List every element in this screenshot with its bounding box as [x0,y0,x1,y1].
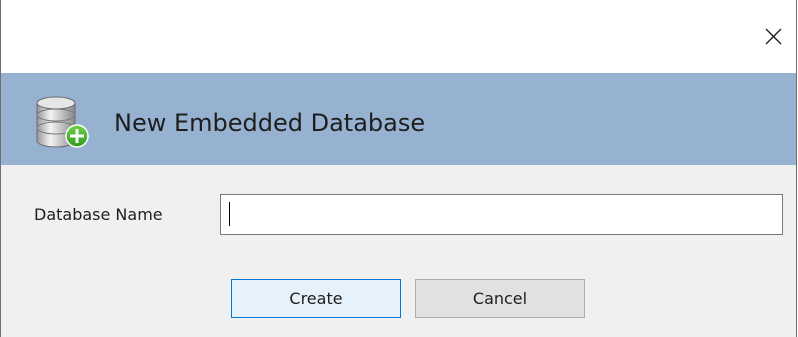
database-add-icon [31,93,95,151]
dialog-title: New Embedded Database [114,109,426,137]
create-button-label: Create [289,289,343,308]
title-bar [1,0,796,73]
dialog-banner: New Embedded Database [1,73,796,165]
dialog-content: Database Name Create Cancel [1,165,796,337]
cancel-button[interactable]: Cancel [415,279,585,318]
close-icon [765,28,782,45]
text-caret [229,202,230,226]
new-embedded-database-dialog: New Embedded Database Database Name Crea… [0,0,797,337]
cancel-button-label: Cancel [472,289,528,308]
database-name-input[interactable] [220,194,783,235]
database-name-label: Database Name [34,205,163,224]
create-button[interactable]: Create [231,279,401,318]
close-button[interactable] [750,18,796,54]
